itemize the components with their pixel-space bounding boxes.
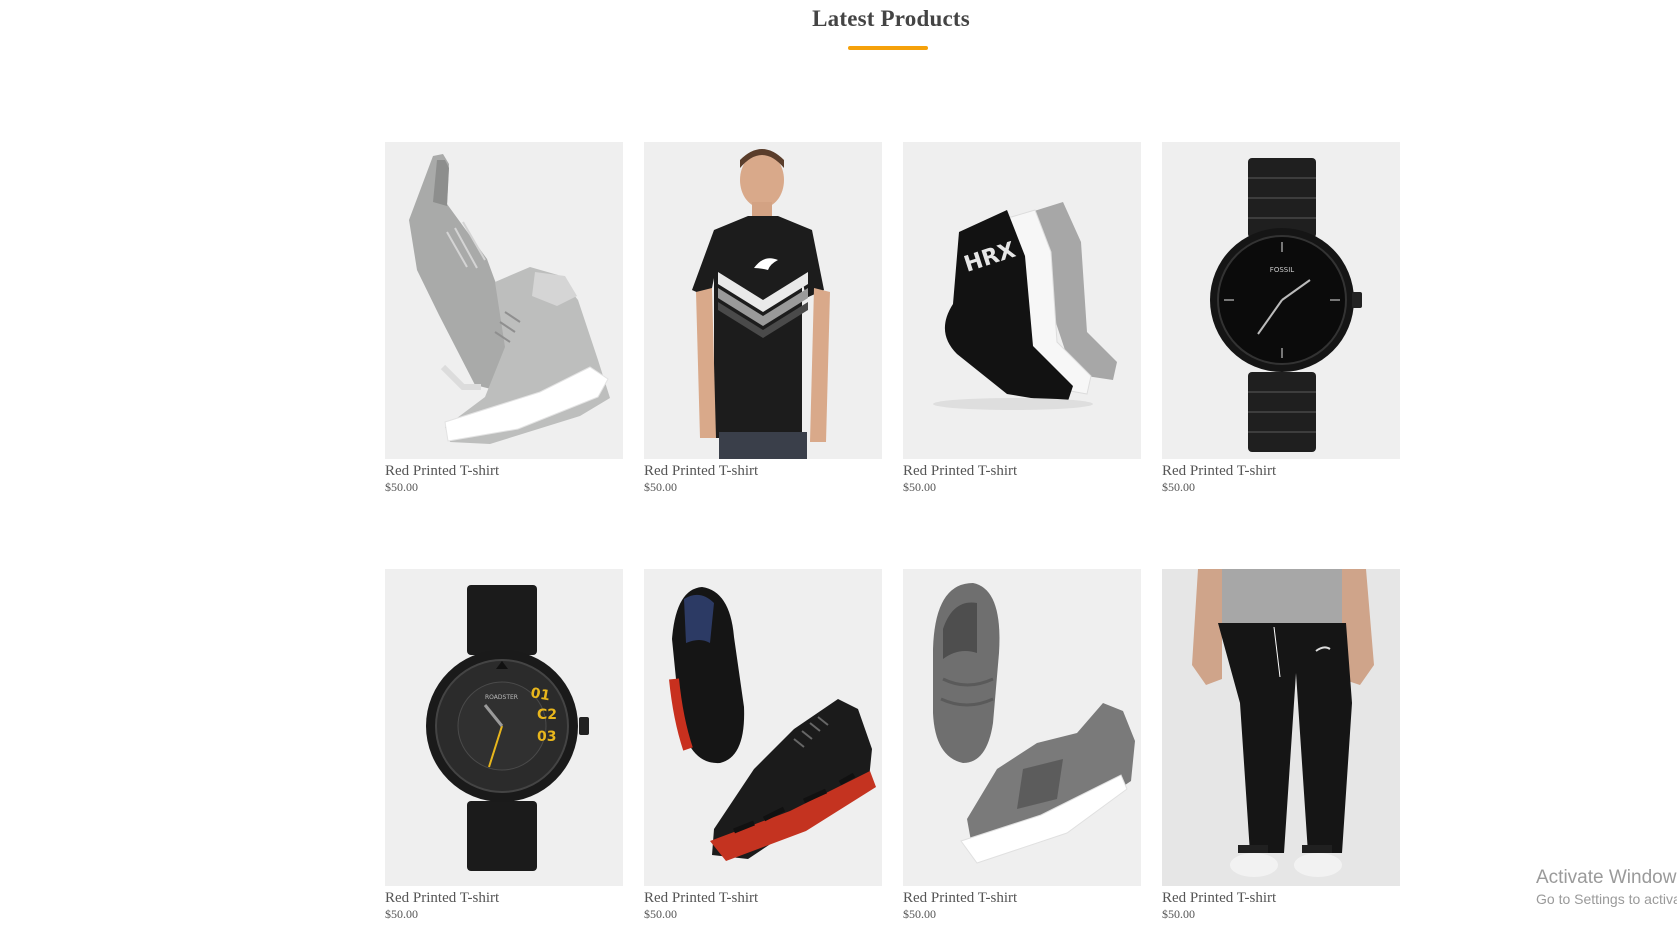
svg-text:C2: C2 [537, 707, 557, 723]
product-price: $50.00 [903, 907, 936, 921]
product-name[interactable]: Red Printed T-shirt [644, 890, 882, 906]
roadster-logo: ROADSTER [485, 694, 518, 701]
product-price: $50.00 [644, 907, 677, 921]
product-image-running-shoes[interactable] [644, 569, 882, 886]
product-price: $50.00 [385, 480, 418, 494]
product-name[interactable]: Red Printed T-shirt [644, 463, 882, 479]
product-image-jogger-pants[interactable] [1162, 569, 1400, 886]
title-underline [848, 46, 928, 50]
product-name[interactable]: Red Printed T-shirt [385, 463, 623, 479]
windows-activation-watermark: Activate Windows Go to Settings to activ… [1536, 866, 1677, 908]
product-price: $50.00 [1162, 480, 1195, 494]
product-name[interactable]: Red Printed T-shirt [1162, 890, 1400, 906]
product-image-black-tshirt[interactable] [644, 142, 882, 459]
product-card[interactable]: Red Printed T-shirt $50.00 [903, 569, 1141, 922]
product-card[interactable]: HRX Red Printed T-shirt $50.00 [903, 142, 1141, 495]
product-image-socks[interactable]: HRX [903, 142, 1141, 459]
product-price: $50.00 [385, 907, 418, 921]
product-price: $50.00 [1162, 907, 1195, 921]
watermark-subtitle: Go to Settings to activate Windows. [1536, 891, 1677, 907]
product-price: $50.00 [644, 480, 677, 494]
product-card[interactable]: FOSSIL Red Printed T-shirt $50.00 [1162, 142, 1400, 495]
product-image-slip-on-sneakers[interactable] [903, 569, 1141, 886]
svg-text:03: 03 [537, 729, 556, 745]
product-image-fossil-watch[interactable]: FOSSIL [1162, 142, 1400, 459]
watermark-title: Activate Windows [1536, 867, 1677, 888]
product-name[interactable]: Red Printed T-shirt [1162, 463, 1400, 479]
product-page: Latest Products Red Printed T-shirt $50.… [0, 0, 1677, 943]
product-image-leather-watch[interactable]: 01 C2 03 ROADSTER [385, 569, 623, 886]
fossil-logo: FOSSIL [1270, 266, 1294, 274]
product-card[interactable]: Red Printed T-shirt $50.00 [1162, 569, 1400, 922]
product-price: $50.00 [903, 480, 936, 494]
product-image-high-top-sneakers[interactable] [385, 142, 623, 459]
product-card[interactable]: Red Printed T-shirt $50.00 [644, 569, 882, 922]
product-card[interactable]: Red Printed T-shirt $50.00 [644, 142, 882, 495]
svg-text:01: 01 [529, 685, 551, 704]
product-card[interactable]: Red Printed T-shirt $50.00 [385, 142, 623, 495]
product-card[interactable]: 01 C2 03 ROADSTER Red Printed T-shirt $5… [385, 569, 623, 922]
product-name[interactable]: Red Printed T-shirt [903, 463, 1141, 479]
product-name[interactable]: Red Printed T-shirt [385, 890, 623, 906]
section-title: Latest Products [812, 6, 970, 31]
product-name[interactable]: Red Printed T-shirt [903, 890, 1141, 906]
